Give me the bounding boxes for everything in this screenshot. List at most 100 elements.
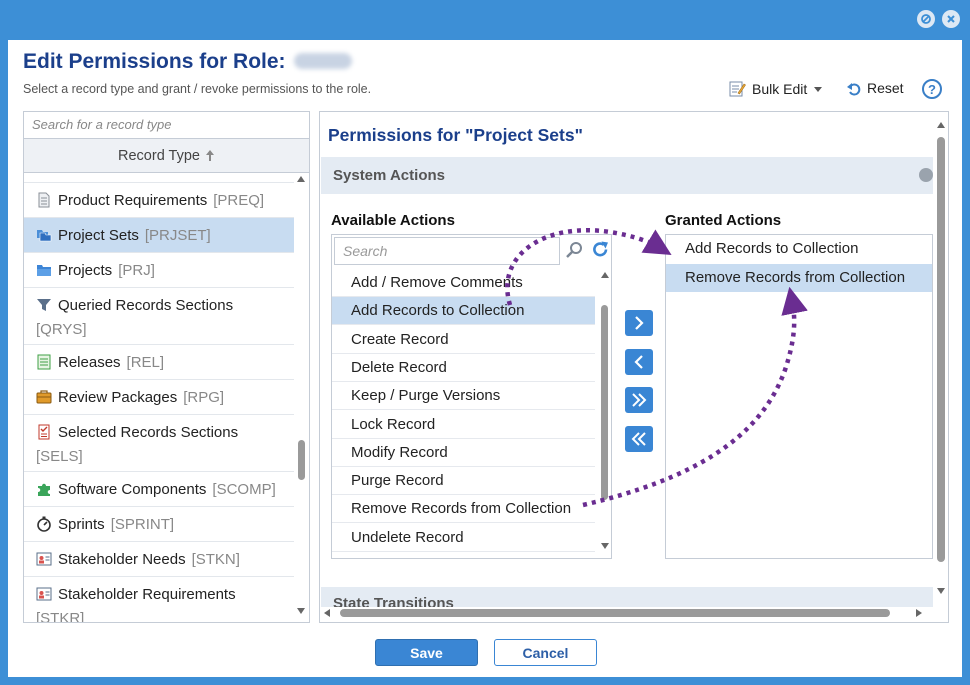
record-type-name: Queried Records Sections [58,296,234,314]
stopwatch-icon [36,516,52,532]
checklist-icon [36,424,52,440]
collapse-icon[interactable] [919,168,933,182]
available-action-item[interactable]: Add / Remove Comments [332,269,595,297]
puzzle-icon [36,481,52,497]
available-action-item[interactable]: Keep / Purge Versions [332,382,595,411]
record-type-item[interactable]: Sprints [SPRINT] [24,507,294,542]
state-transitions-section-header[interactable]: State Transitions [321,587,933,607]
sort-ascending-icon [205,150,214,161]
record-type-item[interactable]: Projects [PRJ] [24,253,294,288]
folder-icon [36,262,52,278]
record-type-item-partial[interactable] [24,173,294,183]
minimize-icon[interactable] [917,10,935,28]
record-type-item-row: Software Components [SCOMP] [36,472,294,506]
scroll-up-icon[interactable] [937,122,945,128]
close-icon[interactable] [942,10,960,28]
record-type-item[interactable]: Stakeholder Needs [STKN] [24,542,294,577]
scroll-down-icon[interactable] [601,543,609,549]
window-frame-left [0,40,8,685]
briefcase-icon [36,389,52,405]
permissions-vertical-scrollbar[interactable] [933,112,948,600]
scroll-down-icon[interactable] [297,608,305,614]
cancel-button[interactable]: Cancel [494,639,597,666]
record-type-panel: Search for a record type Record Type Pro… [23,111,310,623]
record-type-name: Product Requirements [58,191,208,209]
search-icon[interactable] [565,241,583,259]
help-icon[interactable]: ? [922,79,942,99]
reset-button[interactable]: Reset [846,80,904,96]
record-type-search-input[interactable]: Search for a record type [24,112,309,139]
move-all-left-button[interactable] [625,426,653,452]
available-scrollbar[interactable] [599,269,611,558]
available-action-item[interactable]: Undelete Record [332,524,595,552]
record-type-item-row: Selected Records Sections [36,415,294,449]
move-left-button[interactable] [625,349,653,375]
record-type-code: [PRJ] [118,261,155,279]
record-type-item[interactable]: Selected Records Sections [SELS] [24,415,294,472]
scrollbar-thumb[interactable] [340,609,890,617]
scroll-up-icon[interactable] [601,272,609,278]
record-type-name: Releases [58,353,121,371]
record-type-name: Projects [58,261,113,279]
available-action-item[interactable]: Lock Record [332,411,595,439]
record-type-name: Software Components [58,480,207,498]
scroll-left-icon[interactable] [324,609,330,617]
record-type-code: [QRYS] [36,321,87,338]
record-type-item[interactable]: Software Components [SCOMP] [24,472,294,507]
available-action-item[interactable]: Add Records to Collection [332,297,595,326]
window-frame-right [962,40,970,685]
record-type-code: [SCOMP] [212,480,276,498]
record-type-item[interactable]: Stakeholder Requirements [STKR] [24,577,294,623]
record-type-name: Project Sets [58,226,139,244]
bulk-edit-button[interactable]: Bulk Edit [729,80,823,97]
record-type-item[interactable]: Product Requirements [PREQ] [24,183,294,218]
record-type-header-label: Record Type [118,147,200,164]
record-type-code: [STKN] [191,550,240,568]
refresh-icon[interactable] [591,240,610,259]
available-action-item[interactable]: Remove Records from Collection [332,495,595,524]
record-type-column-header[interactable]: Record Type [24,139,309,173]
double-chevron-left-icon [631,432,646,446]
available-action-item[interactable]: Create Record [332,326,595,354]
scrollbar-thumb[interactable] [298,440,305,480]
available-action-item[interactable]: Purge Record [332,467,595,496]
double-chevron-right-icon [632,393,647,407]
granted-action-item[interactable]: Remove Records from Collection [666,264,932,292]
permissions-horizontal-scrollbar[interactable] [320,605,932,621]
move-right-button[interactable] [625,310,653,336]
save-button[interactable]: Save [375,639,478,666]
scroll-up-icon[interactable] [297,176,305,182]
record-type-item-row: Sprints [SPRINT] [36,507,294,541]
record-type-item[interactable]: Review Packages [RPG] [24,380,294,415]
available-action-item[interactable]: Modify Record [332,439,595,467]
scroll-down-icon[interactable] [937,588,945,594]
record-type-code: [PRJSET] [144,226,211,244]
window-frame-bottom [0,677,970,685]
scrollbar-thumb[interactable] [937,137,945,562]
available-search-input[interactable]: Search [334,237,560,265]
bulk-edit-icon [729,81,746,97]
record-type-name: Stakeholder Needs [58,550,186,568]
permissions-title: Permissions for "Project Sets" [328,125,583,145]
id-card-icon [36,551,52,567]
record-type-item[interactable]: Queried Records Sections [QRYS] [24,288,294,345]
document-icon [36,192,52,208]
granted-actions-list: Add Records to Collection Remove Records … [665,234,933,559]
scrollbar-thumb[interactable] [601,305,608,500]
filter-icon [36,297,52,313]
scroll-right-icon[interactable] [916,609,922,617]
record-type-scrollbar[interactable] [296,174,306,622]
record-type-item[interactable]: Releases [REL] [24,345,294,380]
record-type-item-row: Queried Records Sections [36,288,294,322]
record-type-item[interactable]: Project Sets [PRJSET] [24,218,294,253]
system-actions-label: System Actions [333,167,445,184]
granted-action-item[interactable]: Add Records to Collection [666,235,932,263]
system-actions-section-header[interactable]: System Actions [321,157,933,194]
record-type-name: Sprints [58,515,105,533]
move-all-right-button[interactable] [625,387,653,413]
record-type-code: [STKR] [36,610,85,623]
available-action-item[interactable]: Delete Record [332,354,595,382]
permissions-panel: Permissions for "Project Sets" System Ac… [319,111,949,623]
record-type-item-row: Project Sets [PRJSET] [36,218,294,252]
record-type-name: Selected Records Sections [58,423,239,441]
